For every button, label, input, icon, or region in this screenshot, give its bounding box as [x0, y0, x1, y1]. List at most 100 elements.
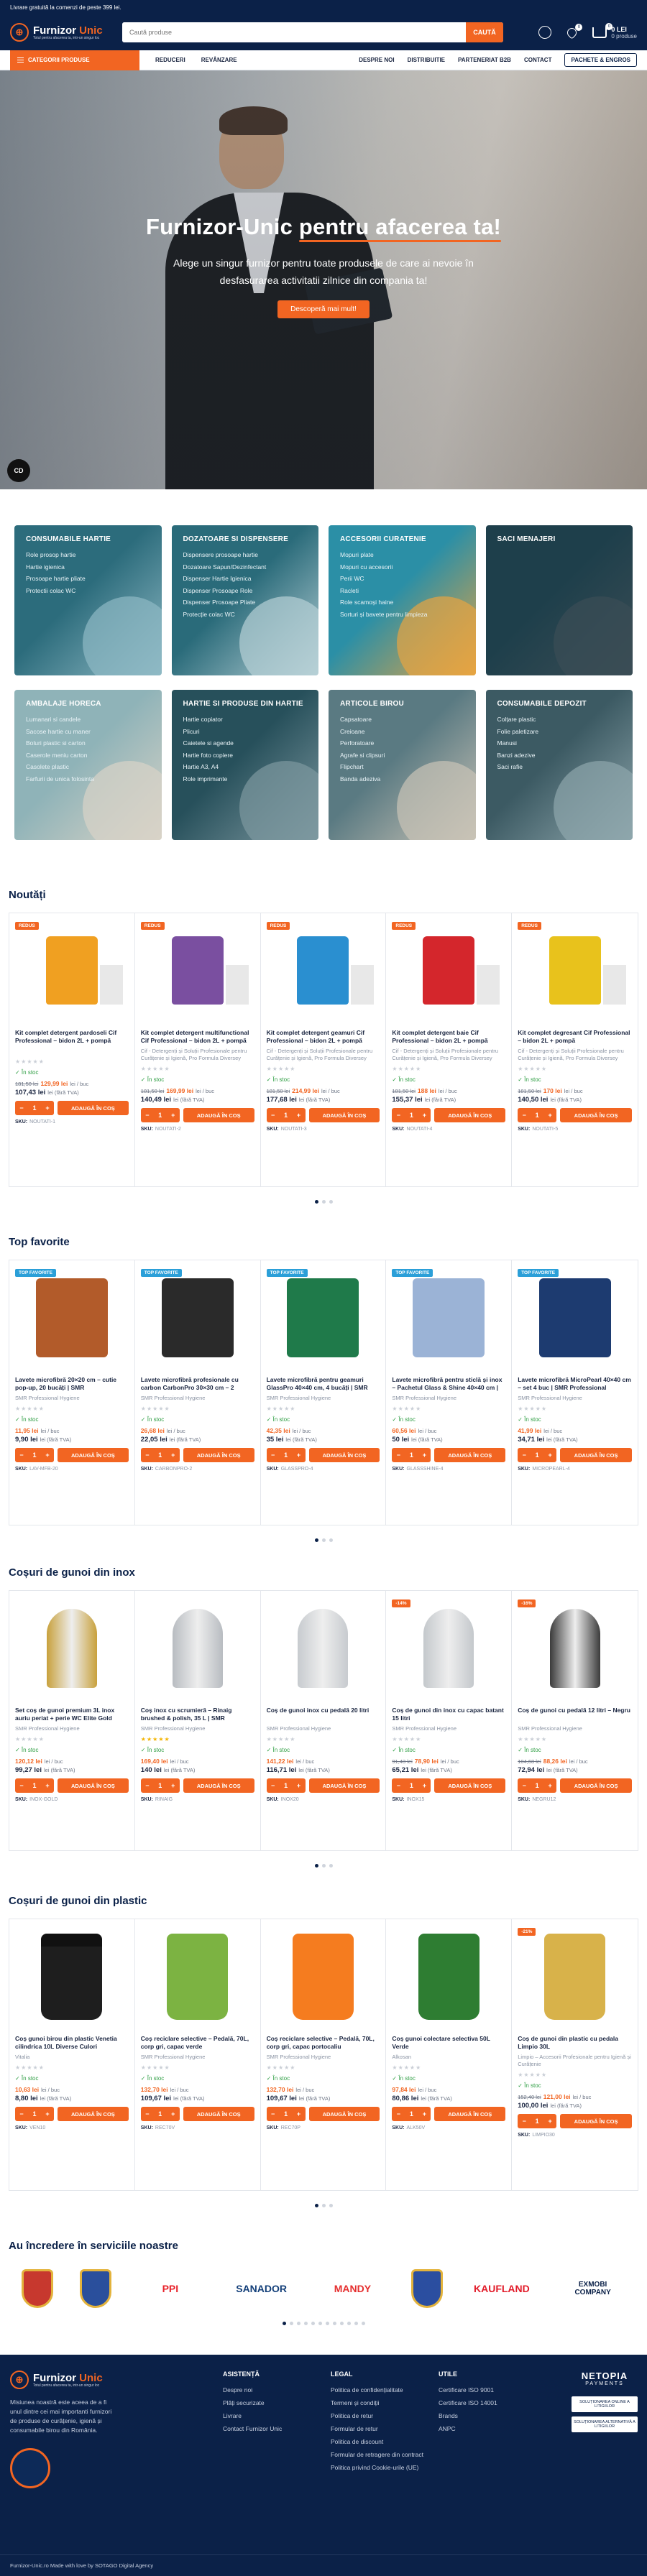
product-image[interactable]: REDUS — [392, 922, 505, 1019]
product-name[interactable]: Lavete microfibră 20×20 cm – cutie pop-u… — [15, 1376, 129, 1393]
qty-plus-button[interactable]: + — [549, 1782, 552, 1789]
category-link[interactable]: Racleti — [340, 585, 464, 597]
qty-value[interactable]: 1 — [158, 1112, 162, 1119]
qty-value[interactable]: 1 — [410, 1112, 413, 1119]
carousel-dot[interactable] — [289, 2322, 293, 2325]
product-image[interactable]: TOP FAVORITE — [392, 1269, 505, 1366]
qty-plus-button[interactable]: + — [423, 1112, 426, 1119]
product-image[interactable] — [267, 1599, 380, 1696]
product-image[interactable]: TOP FAVORITE — [15, 1269, 129, 1366]
qty-minus-button[interactable]: − — [523, 1782, 526, 1789]
packages-button[interactable]: PACHETE & ENGROS — [564, 53, 637, 67]
quantity-stepper[interactable]: − 1 + — [15, 1778, 54, 1793]
category-link[interactable]: Farfurii de unica folosinta — [26, 773, 150, 785]
category-link[interactable]: Lumanari si candele — [26, 714, 150, 726]
quantity-stepper[interactable]: − 1 + — [392, 1778, 431, 1793]
qty-value[interactable]: 1 — [284, 1451, 288, 1459]
product-image[interactable] — [141, 1928, 254, 2025]
product-name[interactable]: Coș inox cu scrumieră – Rinaig brushed &… — [141, 1707, 254, 1723]
footer-link[interactable]: Termeni și condiții — [331, 2396, 424, 2409]
quantity-stepper[interactable]: − 1 + — [266, 1108, 306, 1122]
account-icon[interactable] — [538, 26, 552, 39]
quantity-stepper[interactable]: − 1 + — [392, 2107, 431, 2121]
qty-plus-button[interactable]: + — [297, 2110, 300, 2118]
add-to-cart-button[interactable]: ADAUGĂ ÎN COȘ — [183, 1778, 254, 1793]
carousel-dot[interactable] — [325, 2322, 329, 2325]
qty-minus-button[interactable]: − — [19, 1782, 23, 1789]
qty-minus-button[interactable]: − — [523, 2118, 526, 2125]
add-to-cart-button[interactable]: ADAUGĂ ÎN COȘ — [183, 2107, 254, 2121]
product-image[interactable]: -21% — [518, 1928, 632, 2025]
qty-minus-button[interactable]: − — [397, 2110, 400, 2118]
footer-link[interactable]: Politica de confidențialitate — [331, 2383, 424, 2396]
add-to-cart-button[interactable]: ADAUGĂ ÎN COȘ — [560, 1108, 632, 1122]
product-name[interactable]: Lavete microfibră MicroPearl 40×40 cm – … — [518, 1376, 632, 1393]
product-image[interactable]: REDUS — [15, 922, 129, 1019]
carousel-dot[interactable] — [321, 1538, 326, 1542]
qty-plus-button[interactable]: + — [45, 1451, 49, 1459]
footer-link[interactable]: Plăți securizate — [223, 2396, 282, 2409]
product-name[interactable]: Lavete microfibră pentru geamuri GlassPr… — [267, 1376, 380, 1393]
qty-plus-button[interactable]: + — [171, 1451, 175, 1459]
sal-badge[interactable]: SOLUȚIONAREA ALTERNATIVĂ A LITIGIILOR — [572, 2416, 638, 2432]
qty-value[interactable]: 1 — [32, 2110, 36, 2118]
carousel-dot[interactable] — [314, 1538, 318, 1542]
category-link[interactable]: Role scamoși haine — [340, 596, 464, 609]
qty-minus-button[interactable]: − — [145, 2110, 149, 2118]
category-link[interactable]: Sacose hartie cu maner — [26, 726, 150, 738]
carousel-dot[interactable] — [282, 2322, 286, 2325]
category-link[interactable]: Protecție colac WC — [183, 609, 308, 621]
quantity-stepper[interactable]: − 1 + — [140, 1108, 180, 1122]
add-to-cart-button[interactable]: ADAUGĂ ÎN COȘ — [434, 1778, 506, 1793]
add-to-cart-button[interactable]: ADAUGĂ ÎN COȘ — [308, 2107, 380, 2121]
category-link[interactable]: Dispenser Prosoape Pliate — [183, 596, 308, 609]
product-name[interactable]: Coș reciclare selective – Pedală, 70L, c… — [267, 2035, 380, 2051]
category-link[interactable]: Hartie igienica — [26, 561, 150, 573]
add-to-cart-button[interactable]: ADAUGĂ ÎN COȘ — [308, 1108, 380, 1122]
qty-plus-button[interactable]: + — [297, 1782, 300, 1789]
category-link[interactable]: Perii WC — [340, 573, 464, 585]
product-image[interactable] — [15, 1928, 129, 2025]
qty-minus-button[interactable]: − — [145, 1451, 149, 1459]
qty-plus-button[interactable]: + — [423, 1451, 426, 1459]
qty-plus-button[interactable]: + — [549, 1451, 552, 1459]
category-link[interactable]: Sorturi și bavete pentru limpieza — [340, 609, 464, 621]
qty-minus-button[interactable]: − — [19, 1104, 23, 1112]
product-name[interactable]: Coș gunoi colectare selectiva 50L Verde — [392, 2035, 505, 2051]
category-link[interactable]: Caietele si agende — [183, 737, 308, 749]
category-link[interactable]: Creioane — [340, 726, 464, 738]
qty-plus-button[interactable]: + — [45, 1782, 49, 1789]
qty-plus-button[interactable]: + — [423, 1782, 426, 1789]
qty-plus-button[interactable]: + — [549, 2118, 552, 2125]
footer-link[interactable]: Certificare ISO 9001 — [439, 2383, 497, 2396]
quantity-stepper[interactable]: − 1 + — [392, 1448, 431, 1462]
qty-value[interactable]: 1 — [284, 1112, 288, 1119]
quantity-stepper[interactable]: − 1 + — [140, 2107, 180, 2121]
category-link[interactable]: Casolete plastic — [26, 761, 150, 773]
product-image[interactable]: REDUS — [518, 922, 632, 1019]
qty-minus-button[interactable]: − — [271, 1112, 275, 1119]
qty-minus-button[interactable]: − — [145, 1112, 149, 1119]
logo[interactable]: ⊕ Furnizor Unic Totul pentru afacerea ta… — [10, 23, 111, 42]
carousel-dot[interactable] — [321, 2204, 326, 2207]
qty-value[interactable]: 1 — [284, 2110, 288, 2118]
quantity-stepper[interactable]: − 1 + — [140, 1448, 180, 1462]
categories-button[interactable]: CATEGORII PRODUSE — [10, 50, 139, 70]
quantity-stepper[interactable]: − 1 + — [518, 1108, 557, 1122]
footer-link[interactable]: ANPC — [439, 2422, 497, 2435]
category-tile[interactable]: ACCESORII CURATENIE Mopuri plate Mopuri cu… — [329, 525, 476, 675]
qty-plus-button[interactable]: + — [45, 2110, 49, 2118]
quantity-stepper[interactable]: − 1 + — [15, 2107, 54, 2121]
category-link[interactable]: Manusi — [497, 737, 622, 749]
category-link[interactable]: Colțare plastic — [497, 714, 622, 726]
product-name[interactable]: Set coș de gunoi premium 3L inox auriu p… — [15, 1707, 129, 1723]
qty-minus-button[interactable]: − — [523, 1451, 526, 1459]
product-name[interactable]: Coș de gunoi din inox cu capac batant 15… — [392, 1707, 505, 1723]
search-button[interactable]: CAUTĂ — [466, 22, 503, 42]
carousel-dot[interactable] — [318, 2322, 322, 2325]
quantity-stepper[interactable]: − 1 + — [266, 2107, 306, 2121]
cd-badge[interactable]: CD — [7, 459, 30, 482]
qty-value[interactable]: 1 — [410, 2110, 413, 2118]
quantity-stepper[interactable]: − 1 + — [518, 1448, 557, 1462]
footer-link[interactable]: Brands — [439, 2409, 497, 2422]
